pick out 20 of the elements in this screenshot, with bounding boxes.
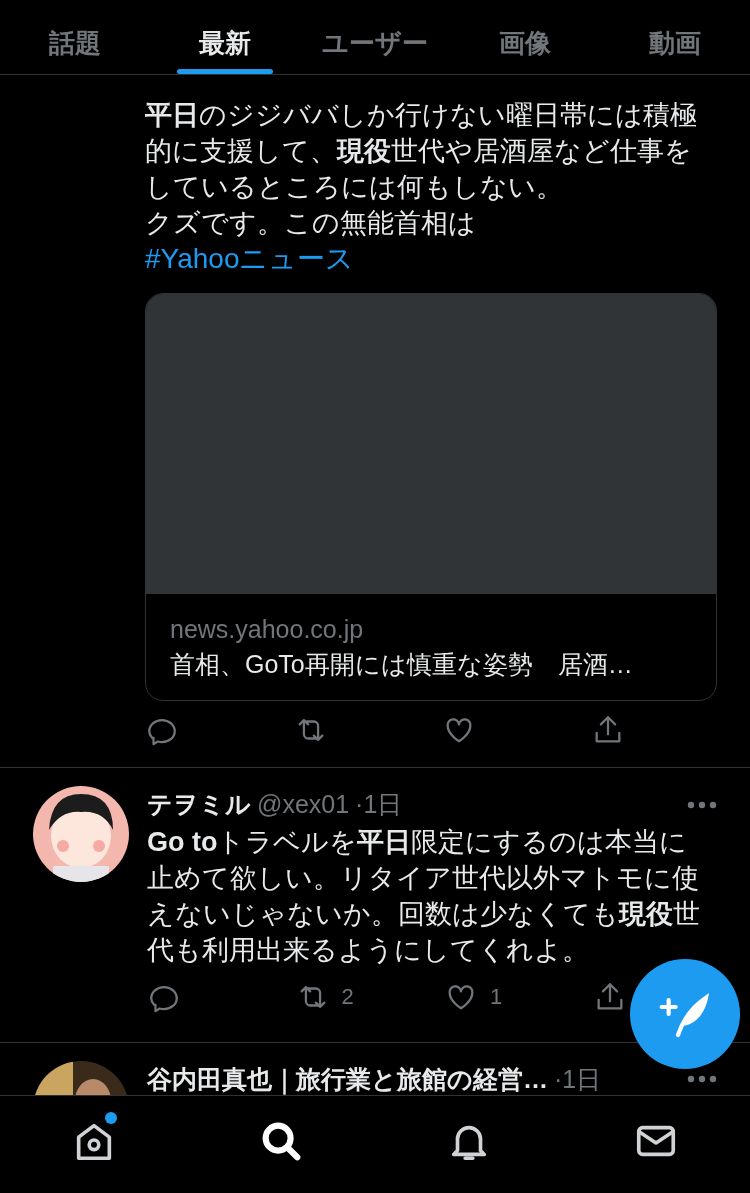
display-name[interactable]: テヲミル	[147, 786, 251, 824]
tab[interactable]: 動画	[625, 0, 725, 74]
tweet-time: ·1日	[355, 789, 403, 820]
link-domain: news.yahoo.co.jp	[170, 614, 365, 644]
hashtag-link[interactable]: #Yahooニュース	[145, 241, 355, 277]
tab[interactable]: 最新	[175, 0, 275, 74]
tab[interactable]: 画像	[475, 0, 575, 74]
display-name[interactable]: 谷内田真也｜旅行業と旅館の経営…	[147, 1060, 548, 1095]
action-count: 2	[341, 983, 354, 1011]
tab[interactable]: ユーザー	[298, 0, 452, 74]
more-icon[interactable]	[687, 800, 717, 809]
tab[interactable]: 話題	[25, 0, 125, 74]
user-handle: @xex01	[257, 789, 350, 820]
action-count: 1	[490, 983, 503, 1011]
tweet-time: ·1日	[554, 1063, 602, 1095]
link-title: 首相、GoTo再開には慎重な姿勢 居酒…	[170, 649, 634, 680]
more-icon[interactable]	[687, 1075, 717, 1084]
tweet-text: 平日のジジババしか行けない曜日帯には積極的に支援して、現役世代や居酒屋など仕事をしているところには何もしない。	[145, 99, 698, 204]
link-card[interactable]: news.yahoo.co.jp 首相、GoTo再開には慎重な姿勢 居酒…	[145, 293, 717, 701]
tweet-text: クズです。この無能首相は	[145, 207, 477, 240]
